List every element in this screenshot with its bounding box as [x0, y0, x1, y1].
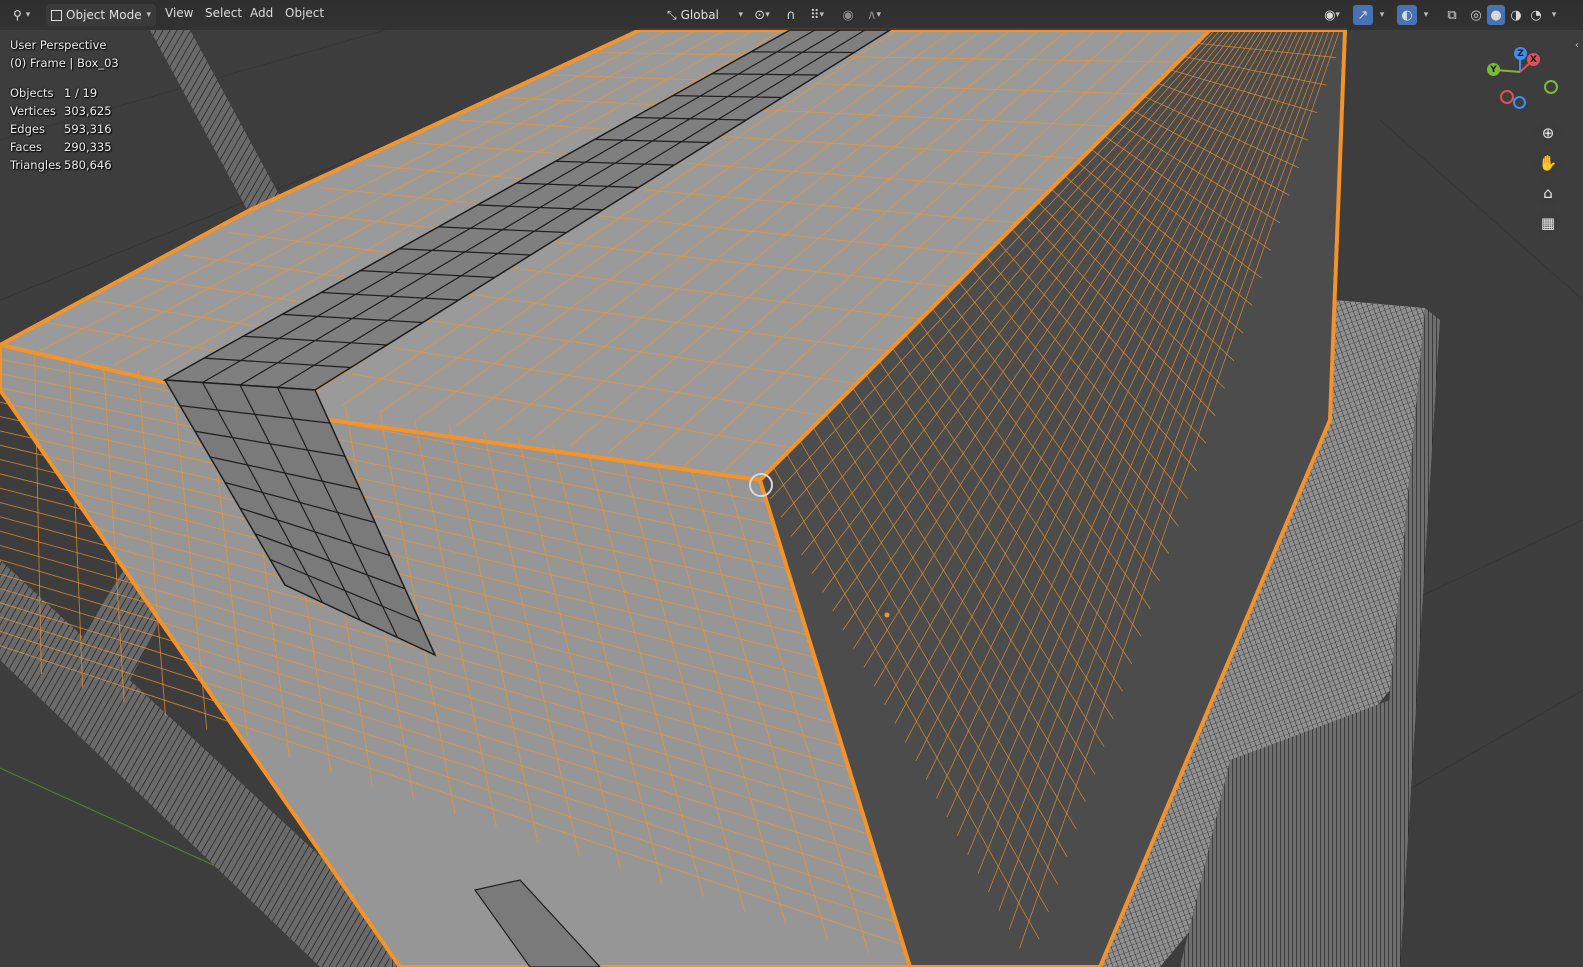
chevron-down-icon: ▾ [1551, 10, 1557, 20]
stat-value: 303,625 [64, 104, 112, 118]
overlays-icon: ◐ [1401, 7, 1413, 23]
editor-type-button[interactable]: ⚲ ▾ [8, 4, 35, 26]
rendered-sphere-icon: ◔ [1530, 7, 1542, 23]
grid-icon: ▦ [1540, 214, 1556, 232]
magnet-icon: ∩ [786, 7, 796, 23]
gizmo-z-axis[interactable]: Z [1514, 47, 1527, 60]
snap-grid-icon: ⠿ [809, 7, 820, 23]
object-mode-icon [51, 9, 62, 21]
stat-row: Objects 1 / 19 [10, 84, 112, 102]
falloff-button[interactable]: ∧ ▾ [860, 5, 888, 25]
stat-value: 580,646 [64, 158, 112, 172]
stat-row: Vertices 303,625 [10, 102, 112, 120]
3d-viewport-icon: ⚲ [13, 8, 22, 22]
shading-rendered-button[interactable]: ◔ [1527, 5, 1545, 25]
orientation-label: Global [680, 8, 719, 22]
chevron-down-icon: ▾ [25, 10, 31, 20]
viewport-header: ⚲ ▾ Object Mode ▾ View Select Add Object… [0, 0, 1583, 30]
eye-icon: ◉ [1324, 7, 1336, 23]
pan-button[interactable]: ✋ [1535, 150, 1561, 176]
shading-wireframe-button[interactable]: ◎ [1467, 5, 1485, 25]
3d-viewport[interactable] [0, 0, 1583, 967]
stat-label: Objects [10, 86, 54, 100]
gizmo-neg-y-axis[interactable] [1544, 80, 1558, 94]
solid-sphere-icon: ● [1490, 7, 1502, 23]
snap-toggle[interactable]: ∩ [782, 5, 800, 25]
zoom-button[interactable]: ⊕ [1535, 120, 1561, 146]
shading-material-button[interactable]: ◑ [1507, 5, 1525, 25]
shading-dropdown[interactable]: ▾ [1547, 5, 1561, 25]
mode-dropdown[interactable]: Object Mode ▾ [46, 4, 156, 26]
active-object-info: (0) Frame | Box_03 [10, 56, 119, 70]
xray-icon: ⧉ [1447, 7, 1457, 23]
xray-toggle[interactable]: ⧉ [1443, 5, 1461, 25]
overlays-toggle[interactable]: ◐ [1397, 5, 1417, 25]
menu-add[interactable]: Add [250, 6, 273, 20]
gizmo-neg-x-axis[interactable] [1500, 90, 1514, 104]
gizmo-toggle[interactable]: ↗ [1353, 5, 1373, 25]
gizmo-dropdown[interactable]: ▾ [1375, 5, 1389, 25]
wireframe-sphere-icon: ◎ [1470, 7, 1482, 23]
stat-value: 290,335 [64, 140, 112, 154]
stat-row: Faces 290,335 [10, 138, 112, 156]
gizmo-icon: ↗ [1357, 7, 1369, 23]
chevron-down-icon: ▾ [1335, 10, 1340, 20]
menu-select[interactable]: Select [205, 6, 242, 20]
stat-value: 593,316 [64, 122, 112, 136]
proportional-edit-icon: ◉ [842, 7, 854, 23]
orientation-icon: ⤡ [667, 7, 677, 22]
statistics-overlay: Objects 1 / 19 Vertices 303,625 Edges 593,3… [10, 84, 112, 174]
camera-icon: ⌂ [1543, 184, 1553, 202]
stat-label: Faces [10, 140, 42, 154]
zoom-icon: ⊕ [1541, 124, 1555, 142]
chevron-down-icon: ▾ [876, 10, 882, 20]
gizmo-neg-z-axis[interactable] [1513, 96, 1526, 109]
menu-view[interactable]: View [165, 6, 193, 20]
stat-row: Edges 593,316 [10, 120, 112, 138]
chevron-down-icon: ▾ [1423, 10, 1429, 20]
viewport-scene[interactable] [0, 0, 1583, 967]
shading-solid-button[interactable]: ● [1487, 5, 1505, 25]
material-sphere-icon: ◑ [1510, 7, 1522, 23]
navigation-gizmo[interactable]: Z X Y [1480, 42, 1560, 112]
chevron-down-icon: ▾ [146, 10, 151, 20]
frame-rod-upper [150, 30, 290, 215]
view-name: User Perspective [10, 38, 107, 52]
overlays-dropdown[interactable]: ▾ [1419, 5, 1433, 25]
mode-label: Object Mode [66, 8, 142, 22]
visibility-button[interactable]: ◉ ▾ [1317, 5, 1347, 25]
chevron-down-icon: ▾ [765, 10, 770, 20]
chevron-down-icon: ▾ [738, 10, 743, 20]
region-toggle-arrow[interactable]: ‹ [1575, 40, 1579, 51]
gizmo-x-axis[interactable]: X [1527, 53, 1540, 66]
pivot-icon: ⊙ [754, 7, 766, 23]
stat-label: Vertices [10, 104, 56, 118]
chevron-down-icon: ▾ [1379, 10, 1385, 20]
transform-orientation-dropdown[interactable]: ⤡ Global ▾ [662, 4, 748, 26]
hand-icon: ✋ [1538, 154, 1558, 172]
stat-row: Triangles 580,646 [10, 156, 112, 174]
stat-value: 1 / 19 [64, 86, 98, 100]
chevron-down-icon: ▾ [819, 10, 825, 20]
falloff-curve-icon: ∧ [866, 7, 877, 23]
proportional-edit-toggle[interactable]: ◉ [839, 5, 857, 25]
menu-object[interactable]: Object [285, 6, 324, 20]
camera-view-button[interactable]: ⌂ [1535, 180, 1561, 206]
stat-label: Edges [10, 122, 45, 136]
origin-point [884, 612, 890, 618]
gizmo-y-axis[interactable]: Y [1487, 63, 1500, 76]
projection-toggle-button[interactable]: ▦ [1535, 210, 1561, 236]
stat-label: Triangles [10, 158, 62, 172]
snap-target-button[interactable]: ⠿ ▾ [803, 5, 831, 25]
pivot-point-button[interactable]: ⊙ ▾ [748, 5, 776, 25]
